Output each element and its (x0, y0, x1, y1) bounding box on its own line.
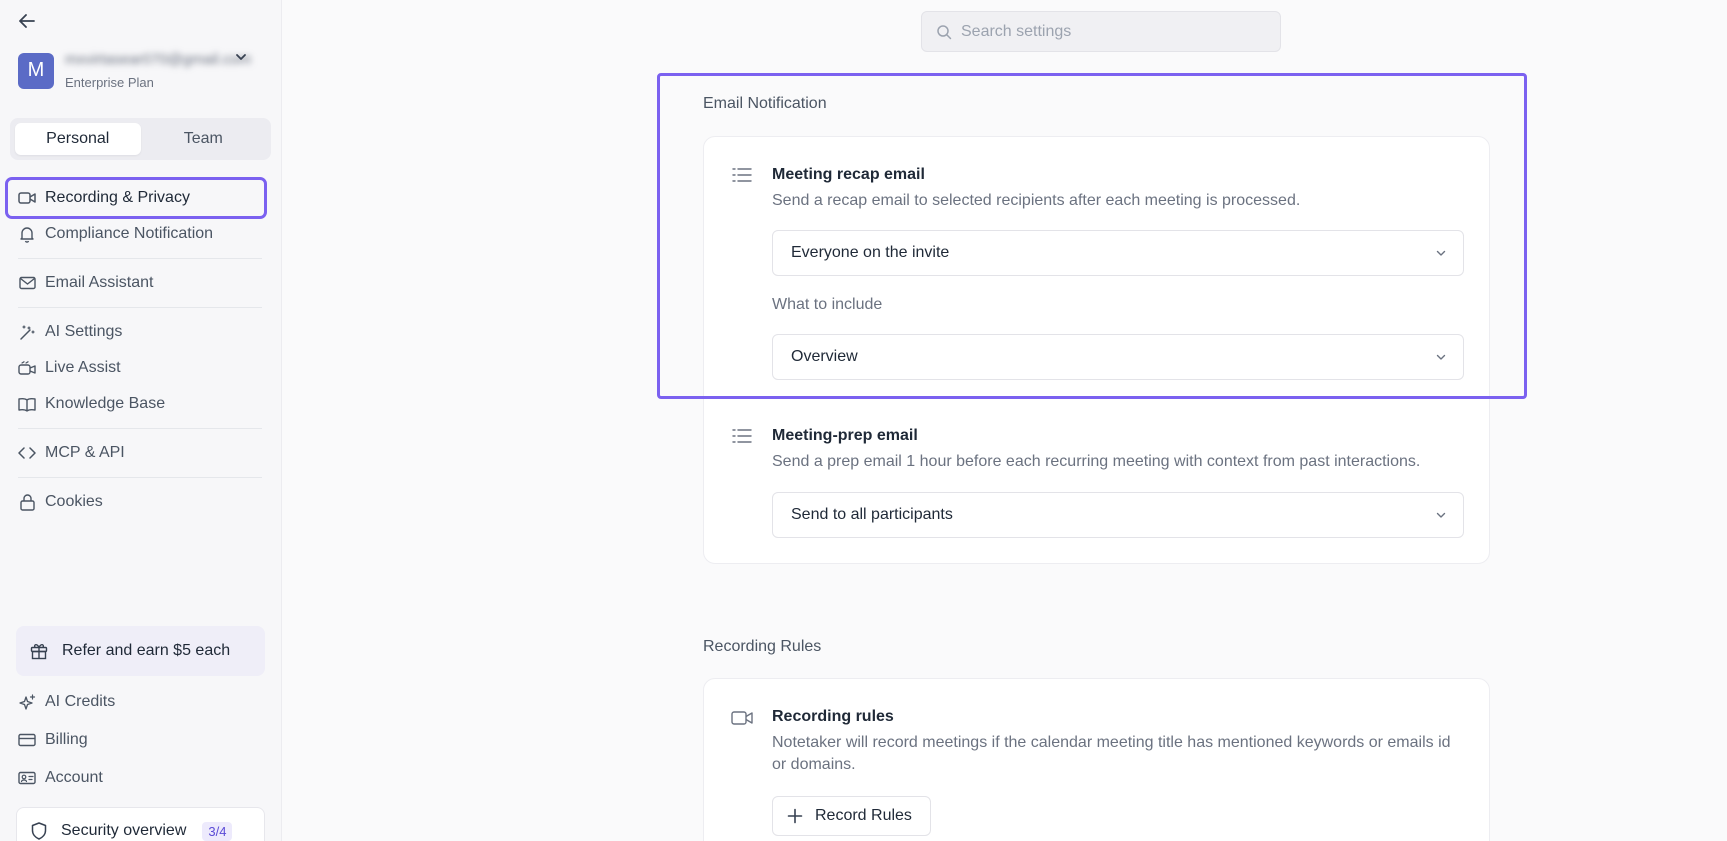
sidebar-item-label: Recording & Privacy (45, 189, 190, 206)
sidebar-item-ai-credits[interactable]: AI Credits (8, 683, 264, 721)
security-overview-label: Security overview (61, 822, 187, 839)
lock-icon (18, 493, 36, 511)
sidebar-item-label: Billing (45, 731, 88, 748)
refer-earn-label: Refer and earn $5 each (62, 642, 231, 659)
refer-earn-button[interactable]: Refer and earn $5 each (16, 626, 265, 676)
gift-icon (29, 641, 49, 661)
account-email: mxvirtasear070@gmail.com (65, 51, 252, 68)
email-notification-heading: Email Notification (703, 95, 827, 112)
sparkles-icon (18, 693, 36, 711)
sidebar-item-mcp-api[interactable]: MCP & API (8, 435, 264, 471)
sidebar-item-knowledge-base[interactable]: Knowledge Base (8, 386, 264, 422)
prep-recipients-value: Send to all participants (791, 506, 953, 523)
sidebar-item-label: MCP & API (45, 444, 125, 461)
recap-include-value: Overview (791, 348, 858, 365)
sidebar-item-compliance-notification[interactable]: Compliance Notification (8, 216, 264, 252)
mail-icon (18, 274, 36, 292)
sidebar-item-live-assist[interactable]: Live Assist (8, 350, 264, 386)
scope-tabs: Personal Team (10, 118, 271, 160)
live-camera-icon (18, 359, 36, 377)
meeting-prep-description: Send a prep email 1 hour before each rec… (772, 453, 1421, 470)
search-input[interactable] (961, 22, 1261, 41)
recording-rules-card: Recording rules Notetaker will record me… (703, 678, 1490, 841)
video-camera-icon (731, 708, 753, 728)
sidebar-item-recording-privacy[interactable]: Recording & Privacy (5, 177, 267, 219)
chevron-down-icon (1436, 250, 1446, 256)
sidebar-item-label: Compliance Notification (45, 225, 214, 242)
record-rules-button[interactable]: Record Rules (772, 796, 931, 836)
video-camera-icon (18, 189, 36, 207)
avatar: M (18, 52, 54, 89)
sidebar-item-account[interactable]: Account (8, 759, 264, 797)
sidebar-item-label: AI Credits (45, 693, 116, 710)
account-plan: Enterprise Plan (65, 75, 154, 90)
shield-icon (30, 822, 48, 840)
email-notification-card: Meeting recap email Send a recap email t… (703, 136, 1490, 564)
settings-nav: Recording & Privacy Compliance Notificat… (5, 177, 267, 520)
chevron-down-icon[interactable] (234, 50, 248, 64)
magic-wand-icon (18, 323, 36, 341)
meeting-prep-title: Meeting-prep email (772, 427, 918, 444)
what-to-include-label: What to include (772, 296, 883, 313)
credit-card-icon (18, 731, 36, 749)
chevron-down-icon (1436, 512, 1446, 518)
prep-recipients-select[interactable]: Send to all participants (772, 492, 1464, 538)
search-bar (921, 11, 1281, 52)
sidebar-item-label: Knowledge Base (45, 395, 166, 412)
chevron-down-icon (1436, 354, 1446, 360)
sidebar-item-label: Live Assist (45, 359, 121, 376)
divider (18, 477, 262, 478)
sidebar-item-label: Cookies (45, 493, 103, 510)
account-nav: AI Credits Billing Account (8, 683, 264, 797)
sidebar-item-ai-settings[interactable]: AI Settings (8, 314, 264, 350)
recording-rules-heading: Recording Rules (703, 638, 822, 655)
sidebar-item-label: AI Settings (45, 323, 123, 340)
tab-personal[interactable]: Personal (15, 123, 141, 155)
book-icon (18, 395, 36, 413)
sidebar-item-label: Account (45, 769, 103, 786)
sidebar-item-cookies[interactable]: Cookies (8, 484, 264, 520)
account-switcher[interactable]: M mxvirtasear070@gmail.com Enterprise Pl… (18, 51, 252, 90)
recording-rules-title: Recording rules (772, 708, 894, 725)
sidebar-item-label: Email Assistant (45, 274, 154, 291)
recap-recipients-value: Everyone on the invite (791, 244, 950, 261)
meeting-recap-title: Meeting recap email (772, 166, 925, 183)
list-icon (731, 165, 753, 185)
record-rules-label: Record Rules (815, 807, 912, 824)
bell-icon (18, 225, 36, 243)
recording-rules-description: Notetaker will record meetings if the ca… (772, 734, 1451, 773)
list-icon (731, 426, 753, 446)
security-overview-button[interactable]: Security overview 3/4 (16, 807, 265, 841)
security-progress-badge: 3/4 (202, 821, 233, 841)
divider (18, 428, 262, 429)
sidebar-item-billing[interactable]: Billing (8, 721, 264, 759)
search-icon (937, 24, 952, 39)
id-card-icon (18, 769, 36, 787)
divider (18, 307, 262, 308)
recap-recipients-select[interactable]: Everyone on the invite (772, 230, 1464, 276)
plus-icon (787, 808, 803, 824)
back-arrow-icon[interactable] (16, 10, 38, 32)
code-icon (18, 444, 36, 462)
sidebar-item-email-assistant[interactable]: Email Assistant (8, 265, 264, 301)
sidebar: M mxvirtasear070@gmail.com Enterprise Pl… (0, 0, 282, 841)
recap-include-select[interactable]: Overview (772, 334, 1464, 380)
divider (18, 258, 262, 259)
tab-team[interactable]: Team (141, 123, 267, 155)
meeting-recap-description: Send a recap email to selected recipient… (772, 192, 1301, 209)
